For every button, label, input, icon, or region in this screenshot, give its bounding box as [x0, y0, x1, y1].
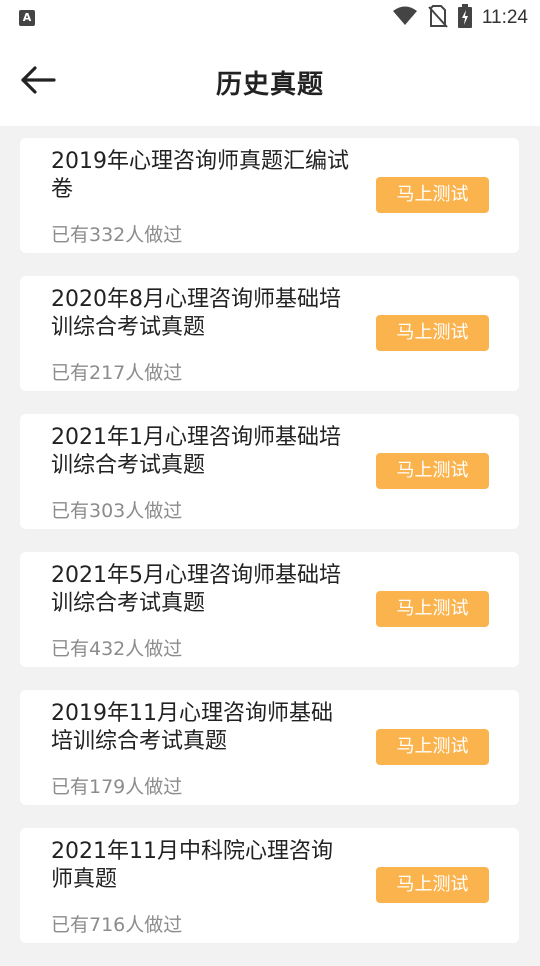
start-test-button[interactable]: 马上测试 [376, 591, 489, 627]
status-time: 11:24 [481, 7, 528, 28]
start-test-button[interactable]: 马上测试 [376, 867, 489, 903]
status-icons: 11:24 [392, 4, 528, 32]
exam-title: 2020年8月心理咨询师基础培训综合考试真题 [51, 287, 341, 340]
exam-title: 2019年11月心理咨询师基础培训综合考试真题 [51, 701, 333, 754]
page-title: 历史真题 [215, 70, 324, 100]
accessibility-notification-icon: A [19, 10, 35, 26]
start-test-button[interactable]: 马上测试 [376, 729, 489, 765]
app-header: 历史真题 [0, 36, 540, 126]
exam-taken-count: 已有432人做过 [51, 638, 183, 660]
exam-card[interactable]: 2019年心理咨询师真题汇编试卷 已有332人做过 马上测试 [20, 138, 519, 253]
exam-list: 2019年心理咨询师真题汇编试卷 已有332人做过 马上测试 2020年8月心理… [20, 138, 519, 966]
exam-card[interactable]: 2019年11月心理咨询师基础培训综合考试真题 已有179人做过 马上测试 [20, 690, 519, 805]
exam-card[interactable]: 2021年1月心理咨询师基础培训综合考试真题 已有303人做过 马上测试 [20, 414, 519, 529]
exam-title: 2021年5月心理咨询师基础培训综合考试真题 [51, 563, 341, 616]
exam-taken-count: 已有332人做过 [51, 224, 183, 246]
start-test-button[interactable]: 马上测试 [376, 453, 489, 489]
start-test-button[interactable]: 马上测试 [376, 177, 489, 213]
exam-taken-count: 已有179人做过 [51, 776, 183, 798]
wifi-icon [392, 5, 418, 31]
no-sim-icon [428, 4, 448, 32]
exam-taken-count: 已有217人做过 [51, 362, 183, 384]
exam-card[interactable]: 2021年5月心理咨询师基础培训综合考试真题 已有432人做过 马上测试 [20, 552, 519, 667]
battery-charging-icon [457, 4, 472, 32]
exam-title: 2021年11月中科院心理咨询师真题 [51, 839, 333, 892]
exam-card[interactable]: 2020年8月心理咨询师基础培训综合考试真题 已有217人做过 马上测试 [20, 276, 519, 391]
exam-card[interactable]: 2021年11月中科院心理咨询师真题 已有716人做过 马上测试 [20, 828, 519, 943]
status-bar: A 11:24 [0, 0, 540, 36]
exam-title: 2021年1月心理咨询师基础培训综合考试真题 [51, 425, 341, 478]
exam-title: 2019年心理咨询师真题汇编试卷 [51, 149, 349, 202]
exam-taken-count: 已有716人做过 [51, 914, 183, 936]
start-test-button[interactable]: 马上测试 [376, 315, 489, 351]
exam-taken-count: 已有303人做过 [51, 500, 183, 522]
